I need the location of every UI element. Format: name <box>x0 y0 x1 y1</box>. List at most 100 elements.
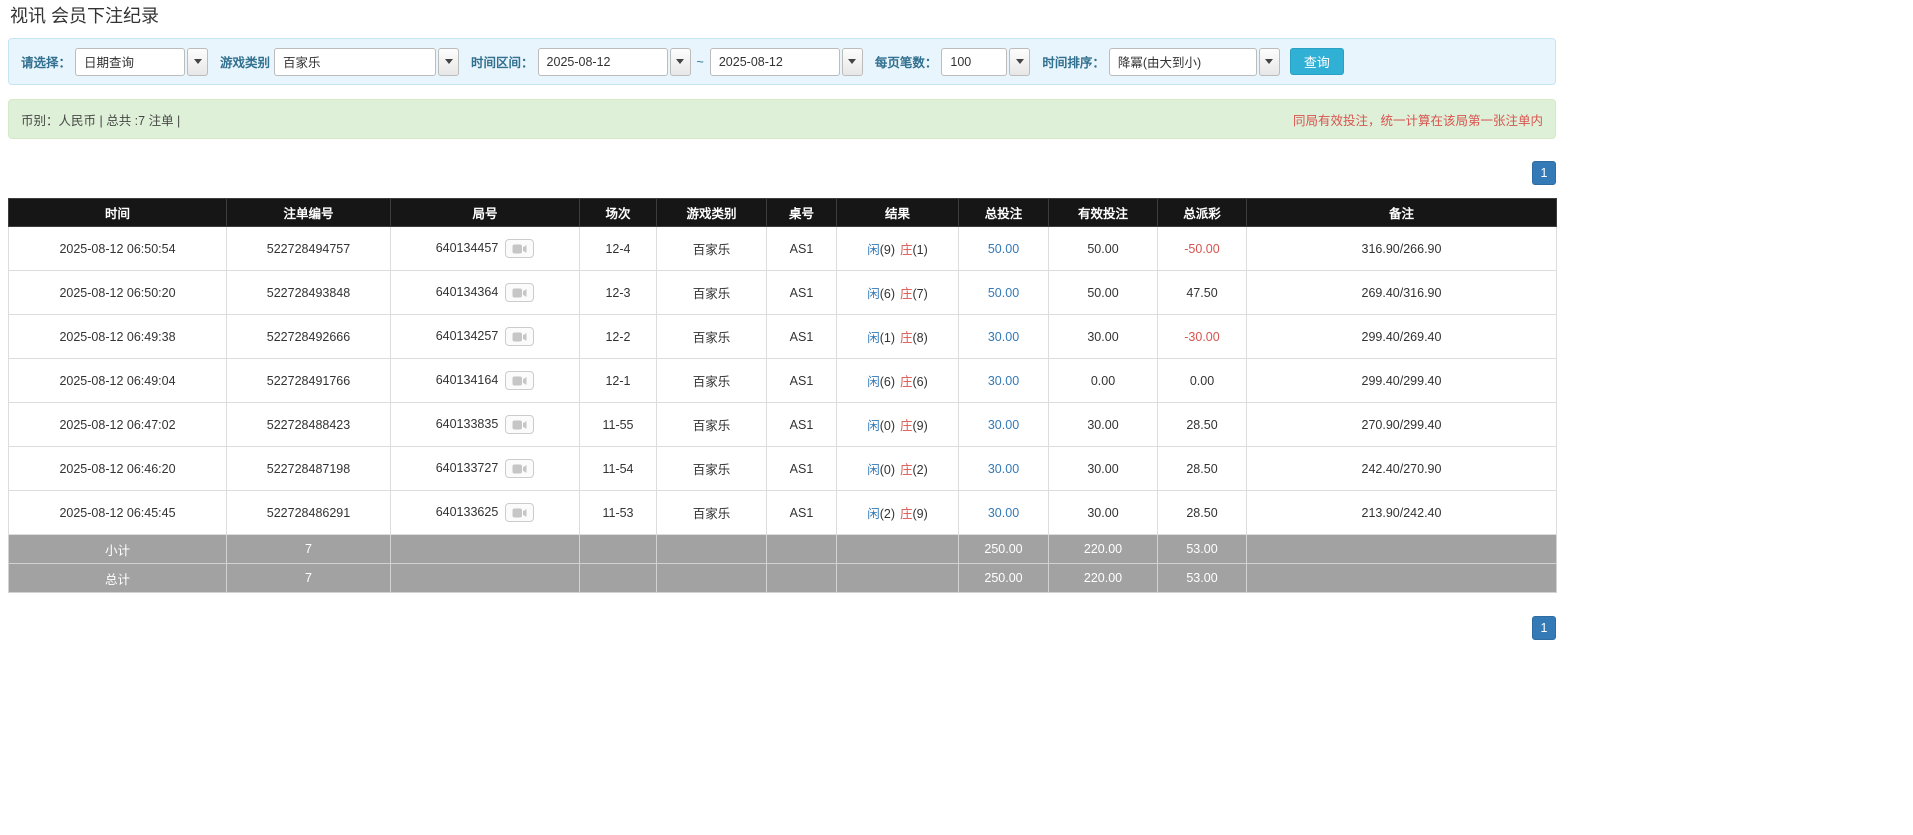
cell-bet-id: 522728487198 <box>227 447 391 491</box>
total-bet-link[interactable]: 30.00 <box>988 330 1019 344</box>
total-bet-link[interactable]: 50.00 <box>988 242 1019 256</box>
video-replay-button[interactable] <box>505 283 534 302</box>
video-camera-icon <box>512 463 527 475</box>
table-row: 2025-08-12 06:50:20522728493848640134364… <box>9 271 1557 315</box>
page-size-dropdown-arrow-icon[interactable] <box>1009 48 1030 76</box>
round-id-text: 640134164 <box>436 373 499 387</box>
bet-records-table: 时间注单编号局号场次游戏类别桌号结果总投注有效投注总派彩备注 2025-08-1… <box>8 198 1557 593</box>
result-banker-label: 庄 <box>900 375 913 389</box>
cell-table-no: AS1 <box>767 491 837 535</box>
column-header: 桌号 <box>767 199 837 227</box>
result-banker-value: (6) <box>913 375 928 389</box>
round-id-text: 640133727 <box>436 461 499 475</box>
column-header: 注单编号 <box>227 199 391 227</box>
cell-round-id: 640134257 <box>391 315 580 359</box>
table-footer-row: 总计7250.00220.0053.00 <box>9 564 1557 593</box>
cell-table-no: AS1 <box>767 447 837 491</box>
date-from-combo: 2025-08-12 <box>538 48 691 76</box>
cell-game-type: 百家乐 <box>657 271 767 315</box>
video-replay-button[interactable] <box>505 459 534 478</box>
table-row: 2025-08-12 06:49:04522728491766640134164… <box>9 359 1557 403</box>
table-row: 2025-08-12 06:50:54522728494757640134457… <box>9 227 1557 271</box>
pagination-bottom: 1 <box>8 616 1556 640</box>
cell-result: 闲(0)庄(9) <box>837 403 959 447</box>
cell-round-id: 640133835 <box>391 403 580 447</box>
cell-bet-id: 522728486291 <box>227 491 391 535</box>
time-sort-combo: 降冪(由大到小) <box>1109 48 1280 76</box>
result-banker-value: (7) <box>913 287 928 301</box>
cell-total-bet: 30.00 <box>959 491 1049 535</box>
total-bet-link[interactable]: 30.00 <box>988 418 1019 432</box>
cell-valid-bet: 30.00 <box>1049 403 1158 447</box>
search-button[interactable]: 查询 <box>1290 48 1344 75</box>
footer-label: 总计 <box>9 564 227 593</box>
column-header: 备注 <box>1247 199 1557 227</box>
total-bet-link[interactable]: 50.00 <box>988 286 1019 300</box>
page-number-button[interactable]: 1 <box>1532 161 1556 185</box>
video-replay-button[interactable] <box>505 503 534 522</box>
video-replay-button[interactable] <box>505 239 534 258</box>
date-from-input[interactable]: 2025-08-12 <box>538 48 668 76</box>
cell-result: 闲(2)庄(9) <box>837 491 959 535</box>
time-sort-dropdown-arrow-icon[interactable] <box>1259 48 1280 76</box>
video-camera-icon <box>512 287 527 299</box>
video-camera-icon <box>512 243 527 255</box>
result-banker-value: (1) <box>913 243 928 257</box>
cell-total-bet: 50.00 <box>959 227 1049 271</box>
result-player-value: (6) <box>880 287 895 301</box>
result-banker-label: 庄 <box>900 287 913 301</box>
cell-game-type: 百家乐 <box>657 359 767 403</box>
cell-result: 闲(6)庄(6) <box>837 359 959 403</box>
cell-table-no: AS1 <box>767 315 837 359</box>
result-player-value: (1) <box>880 331 895 345</box>
date-to-dropdown-arrow-icon[interactable] <box>842 48 863 76</box>
footer-payout: 53.00 <box>1158 535 1247 564</box>
table-footer-row: 小计7250.00220.0053.00 <box>9 535 1557 564</box>
cell-remark: 316.90/266.90 <box>1247 227 1557 271</box>
table-row: 2025-08-12 06:49:38522728492666640134257… <box>9 315 1557 359</box>
footer-payout: 53.00 <box>1158 564 1247 593</box>
cell-bet-id: 522728494757 <box>227 227 391 271</box>
result-banker-value: (2) <box>913 463 928 477</box>
footer-empty <box>1247 564 1557 593</box>
date-to-input[interactable]: 2025-08-12 <box>710 48 840 76</box>
page-size-input[interactable]: 100 <box>941 48 1007 76</box>
total-bet-link[interactable]: 30.00 <box>988 374 1019 388</box>
total-bet-link[interactable]: 30.00 <box>988 506 1019 520</box>
game-type-dropdown-arrow-icon[interactable] <box>438 48 459 76</box>
footer-empty <box>580 564 657 593</box>
result-player-value: (0) <box>880 463 895 477</box>
page-number-button[interactable]: 1 <box>1532 616 1556 640</box>
time-sort-label: 时间排序： <box>1042 52 1105 71</box>
video-camera-icon <box>512 507 527 519</box>
pagination-top: 1 <box>8 161 1556 185</box>
result-player-value: (2) <box>880 507 895 521</box>
cell-bet-id: 522728491766 <box>227 359 391 403</box>
summary-currency-count-text: 币别：人民币 | 总共 :7 注单 | <box>21 110 180 129</box>
footer-empty <box>657 564 767 593</box>
page-size-label: 每页笔数： <box>875 52 938 71</box>
footer-empty <box>657 535 767 564</box>
select-type-input[interactable]: 日期查询 <box>75 48 185 76</box>
footer-empty <box>580 535 657 564</box>
select-type-dropdown-arrow-icon[interactable] <box>187 48 208 76</box>
date-from-dropdown-arrow-icon[interactable] <box>670 48 691 76</box>
cell-game-type: 百家乐 <box>657 491 767 535</box>
round-id-text: 640133625 <box>436 505 499 519</box>
cell-bet-id: 522728493848 <box>227 271 391 315</box>
date-to-combo: 2025-08-12 <box>710 48 863 76</box>
filter-bar: 请选择： 日期查询 游戏类别 百家乐 时间区间： 2025-08-12 ~ 20… <box>8 38 1556 85</box>
result-player-label: 闲 <box>867 243 880 257</box>
column-header: 时间 <box>9 199 227 227</box>
result-banker-label: 庄 <box>900 463 913 477</box>
game-type-input[interactable]: 百家乐 <box>274 48 436 76</box>
video-replay-button[interactable] <box>505 327 534 346</box>
result-player-label: 闲 <box>867 507 880 521</box>
table-row: 2025-08-12 06:46:20522728487198640133727… <box>9 447 1557 491</box>
cell-game-type: 百家乐 <box>657 315 767 359</box>
cell-remark: 299.40/299.40 <box>1247 359 1557 403</box>
time-sort-input[interactable]: 降冪(由大到小) <box>1109 48 1257 76</box>
video-replay-button[interactable] <box>505 415 534 434</box>
video-replay-button[interactable] <box>505 371 534 390</box>
total-bet-link[interactable]: 30.00 <box>988 462 1019 476</box>
